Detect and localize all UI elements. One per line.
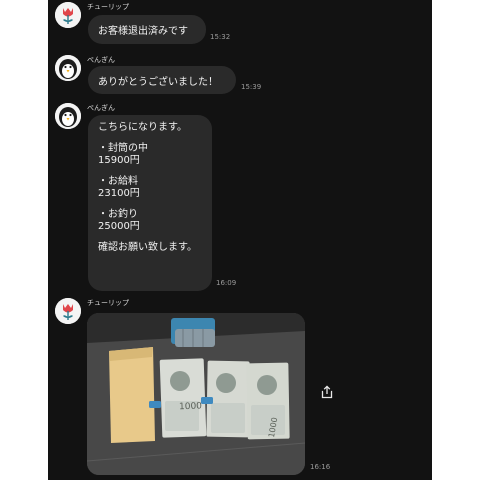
tulip-avatar[interactable] <box>55 298 81 324</box>
message-line: 確認お願い致します。 <box>98 241 197 253</box>
message-bubble[interactable]: こちらになります。 ・封筒の中 15900円 ・お給料 23100円 ・お釣り … <box>88 115 212 291</box>
message-line: 15900円 <box>98 155 140 166</box>
message-line: こちらになります。 <box>98 122 187 133</box>
chat-panel: チューリップ お客様退出済みです 15:32 ぺんぎん ありがとうございました！… <box>48 0 432 480</box>
tulip-avatar[interactable] <box>55 2 81 28</box>
message-line: 23100円 <box>98 188 140 199</box>
message-text: お客様退出済みです <box>98 26 188 37</box>
sender-name: ぺんぎん <box>87 56 115 64</box>
message-bubble[interactable]: お客様退出済みです <box>88 15 206 44</box>
message-text: ありがとうございました！ <box>98 76 218 88</box>
banknote-label: 1000 <box>179 401 203 412</box>
photo-attachment[interactable]: 1000 1000 <box>87 313 305 475</box>
message-bubble[interactable]: ありがとうございました！ <box>88 66 236 94</box>
sender-name: チューリップ <box>87 3 129 11</box>
penguin-avatar[interactable] <box>55 55 81 81</box>
share-button[interactable] <box>315 381 339 405</box>
sender-name: チューリップ <box>87 299 129 307</box>
share-icon <box>320 384 334 403</box>
message-line: 25000円 <box>98 221 140 232</box>
message-time: 15:32 <box>210 33 231 41</box>
message-time: 15:39 <box>241 83 262 91</box>
message-line: ・お給料 <box>98 175 138 187</box>
message-time: 16:16 <box>310 463 331 471</box>
message-time: 16:09 <box>216 279 237 287</box>
penguin-avatar[interactable] <box>55 103 81 129</box>
message-line: ・封筒の中 <box>98 142 148 154</box>
sender-name: ぺんぎん <box>87 104 115 112</box>
message-line: ・お釣り <box>98 208 138 220</box>
